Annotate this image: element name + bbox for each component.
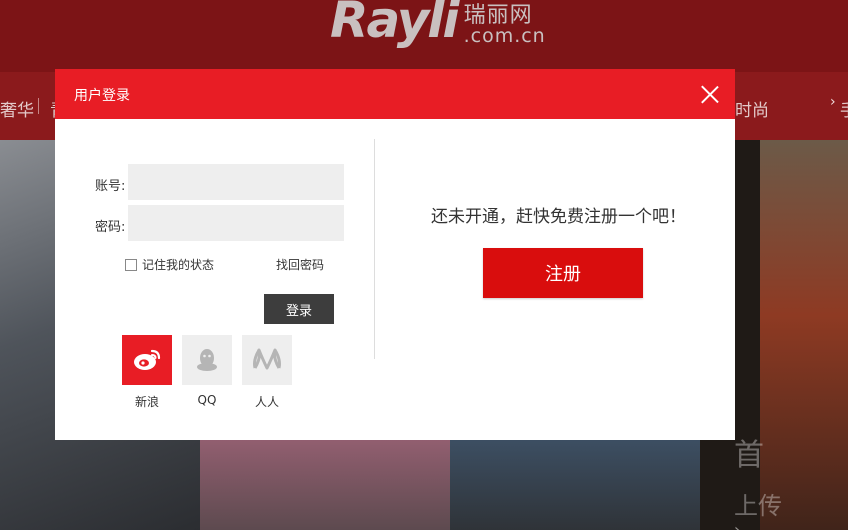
- renren-icon: [253, 348, 281, 370]
- weibo-login-button[interactable]: [122, 335, 172, 385]
- login-modal: 用户登录 账号: 密码: 记住我的状态 找回密码 登录 新浪 QQ 人人 还未开…: [55, 69, 735, 440]
- nav-item-luxury[interactable]: 奢华: [0, 96, 34, 121]
- site-logo[interactable]: Rayli 瑞丽网 .com.cn: [330, 0, 546, 46]
- banner-caption: 首: [734, 438, 764, 473]
- nav-arrow-icon: ›: [830, 94, 836, 110]
- remember-label: 记住我的状态: [142, 258, 215, 272]
- logo-chinese: 瑞丽网: [463, 3, 533, 28]
- account-input[interactable]: [128, 164, 344, 200]
- nav-item-fashion[interactable]: 时尚: [735, 96, 769, 121]
- close-icon[interactable]: [701, 85, 719, 103]
- remember-me[interactable]: 记住我的状态: [125, 256, 214, 273]
- qq-icon: [197, 349, 217, 371]
- modal-divider: [374, 139, 375, 359]
- register-button[interactable]: 注册: [483, 248, 643, 298]
- remember-checkbox[interactable]: [125, 258, 137, 271]
- nav-item-partial-right[interactable]: 手: [840, 96, 848, 121]
- renren-label: 人人: [254, 395, 279, 409]
- weibo-icon: [134, 349, 161, 370]
- site-header: Rayli 瑞丽网 .com.cn: [0, 0, 848, 72]
- banner-next-icon[interactable]: ›: [734, 520, 740, 530]
- register-promo-text: 还未开通，赶快免费注册一个吧！: [431, 207, 686, 227]
- password-label: 密码:: [95, 220, 126, 235]
- qq-label: QQ: [197, 393, 217, 407]
- modal-title: 用户登录: [74, 88, 130, 104]
- street-style-photo[interactable]: [760, 140, 848, 530]
- renren-login-button[interactable]: [242, 335, 292, 385]
- nav-separator: [38, 98, 39, 114]
- modal-header: 用户登录: [55, 69, 735, 119]
- logo-wordmark: Rayli: [330, 0, 460, 49]
- password-input[interactable]: [128, 205, 344, 241]
- weibo-label: 新浪: [134, 395, 159, 409]
- banner-caption-sub: 上传: [734, 492, 782, 520]
- account-label: 账号:: [95, 179, 126, 194]
- login-button[interactable]: 登录: [264, 294, 334, 324]
- qq-login-button[interactable]: [182, 335, 232, 385]
- forgot-password-link[interactable]: 找回密码: [276, 256, 324, 273]
- logo-domain: .com.cn: [463, 25, 546, 47]
